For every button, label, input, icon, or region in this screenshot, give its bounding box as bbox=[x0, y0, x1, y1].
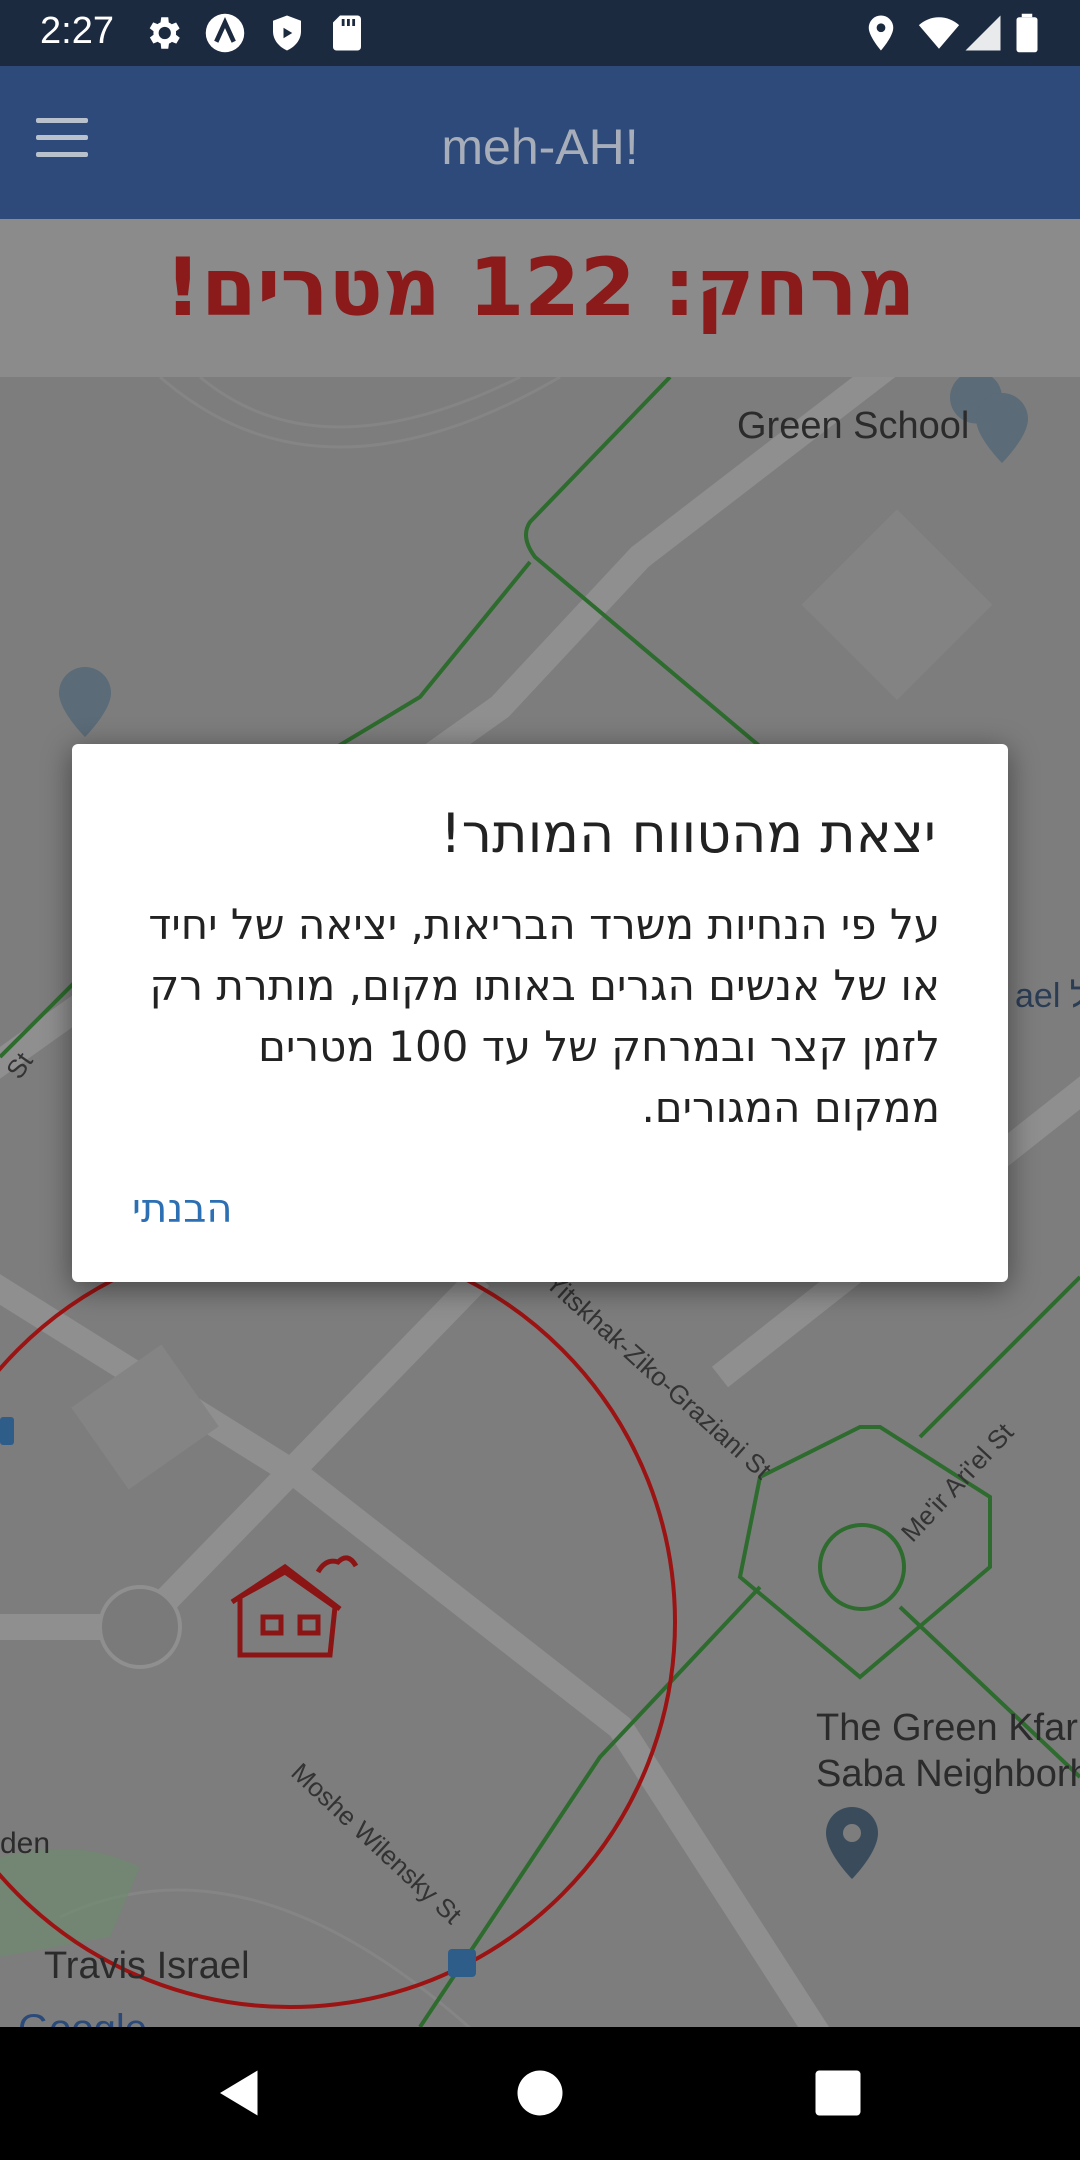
dialog-message: על פי הנחיות משרד הבריאות, יציאה של יחיד… bbox=[148, 900, 940, 1132]
battery-icon bbox=[1016, 13, 1038, 53]
status-time: 2:27 bbox=[40, 10, 114, 52]
understood-button[interactable]: הבנתי bbox=[132, 1174, 292, 1244]
recents-icon[interactable] bbox=[808, 2063, 868, 2123]
map-label-green-school: Green School bbox=[737, 405, 970, 447]
map-label-garden: den bbox=[0, 1827, 51, 1860]
out-of-range-dialog: יצאת מהטווח המותר! על פי הנחיות משרד הבר… bbox=[72, 744, 1008, 1282]
app-bar: meh-AH! bbox=[0, 66, 1080, 219]
app-a-icon bbox=[205, 13, 245, 53]
shield-icon bbox=[273, 15, 301, 51]
distance-text: מרחק: 122 מטרים! bbox=[164, 241, 916, 334]
map-label-israel: ael אל bbox=[1015, 977, 1080, 1015]
status-bar: 2:27 bbox=[0, 0, 1080, 66]
app-title: meh-AH! bbox=[441, 119, 639, 175]
google-logo: Google bbox=[18, 2007, 147, 2027]
map-label-green-kfar-saba: The Green Kfar bbox=[816, 1707, 1078, 1749]
distance-banner: מרחק: 122 מטרים! bbox=[0, 219, 1080, 377]
map-label-travis-israel: Travis Israel bbox=[44, 1945, 250, 1987]
wifi-icon bbox=[918, 17, 960, 49]
settings-icon bbox=[149, 17, 180, 49]
home-icon bbox=[230, 1555, 359, 1658]
signal-icon bbox=[965, 15, 1001, 51]
dialog-title: יצאת מהטווח המותר! bbox=[440, 802, 936, 865]
map-label-green-kfar-saba-2: Saba Neighborh bbox=[816, 1753, 1080, 1795]
sd-card-icon bbox=[333, 15, 361, 51]
navigation-bar bbox=[0, 2027, 1080, 2160]
home-icon[interactable] bbox=[510, 2063, 570, 2123]
back-icon[interactable] bbox=[210, 2063, 270, 2123]
location-icon bbox=[868, 15, 894, 51]
